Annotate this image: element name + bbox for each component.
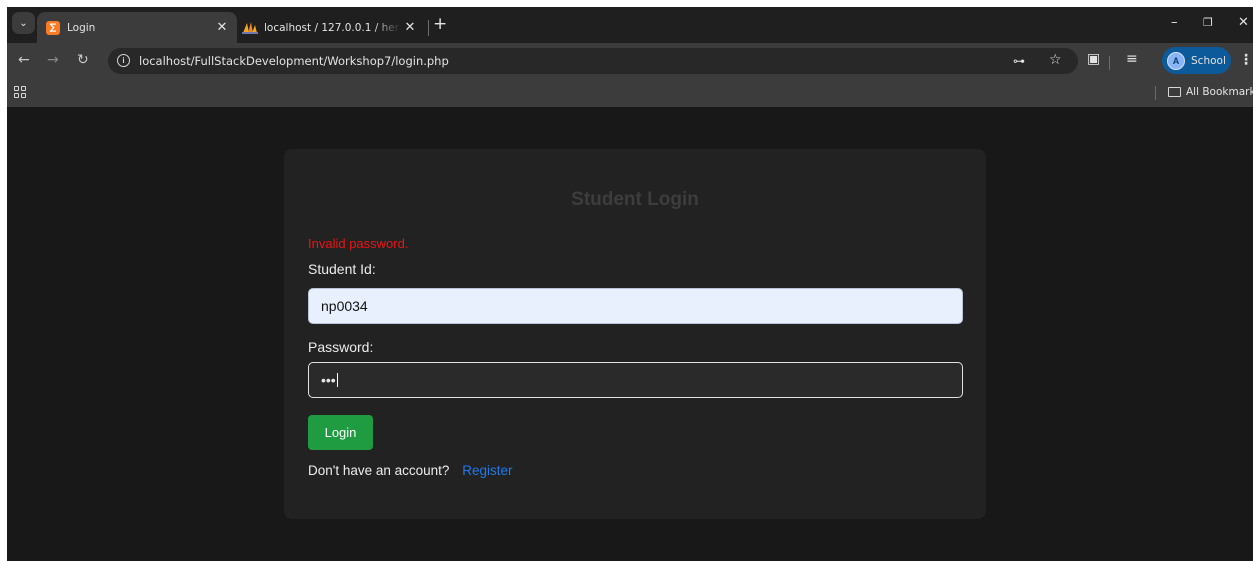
site-info-icon[interactable]: i <box>117 54 130 67</box>
tab-close-icon[interactable]: ✕ <box>213 20 231 35</box>
new-tab-plus-icon[interactable]: + <box>433 16 447 33</box>
browser-toolbar: ← → ↻ i localhost/FullStackDevelopment/W… <box>7 43 1253 79</box>
password-label: Password: <box>308 339 374 355</box>
bookmarks-bar: All Bookmarks <box>7 79 1253 107</box>
folder-icon <box>1168 87 1181 97</box>
login-card: Student Login Invalid password. Student … <box>284 149 986 519</box>
student-id-value: np0034 <box>321 298 368 314</box>
tab-login[interactable]: ∑ Login ✕ <box>37 12 237 43</box>
profile-label: School <box>1191 54 1226 67</box>
student-id-input[interactable]: np0034 <box>308 288 963 324</box>
page-viewport: Student Login Invalid password. Student … <box>7 107 1253 561</box>
login-button[interactable]: Login <box>308 415 373 450</box>
tab-strip: ⌄ ∑ Login ✕ localhost / 127.0.0.1 / hera… <box>7 7 1253 43</box>
password-key-icon[interactable]: ⊶ <box>1013 54 1025 68</box>
register-link[interactable]: Register <box>462 463 512 478</box>
password-value: ••• <box>321 372 336 388</box>
xampp-favicon-icon: ∑ <box>46 20 60 35</box>
register-prompt: Don't have an account? <box>308 463 450 478</box>
tab-title: Login <box>67 21 96 34</box>
reload-icon[interactable]: ↻ <box>77 52 89 68</box>
browser-window: ⌄ ∑ Login ✕ localhost / 127.0.0.1 / hera… <box>7 7 1253 561</box>
tab-close-icon[interactable]: ✕ <box>401 20 419 35</box>
back-arrow-icon[interactable]: ← <box>18 52 30 68</box>
profile-button[interactable]: A School <box>1162 47 1231 74</box>
all-bookmarks-button[interactable]: All Bookmarks <box>1168 86 1253 98</box>
forward-arrow-icon[interactable]: → <box>47 52 59 68</box>
tab-separator <box>428 20 429 36</box>
error-message: Invalid password. <box>308 236 409 251</box>
url-text[interactable]: localhost/FullStackDevelopment/Workshop7… <box>139 54 449 68</box>
bookmark-star-icon[interactable]: ☆ <box>1049 52 1062 68</box>
bookmarks-separator <box>1155 86 1156 100</box>
reading-list-icon[interactable]: ≡ <box>1126 51 1138 67</box>
tab-search-chevron-icon[interactable]: ⌄ <box>12 12 35 34</box>
minimize-icon[interactable]: – <box>1171 15 1178 30</box>
student-id-label: Student Id: <box>308 261 376 277</box>
extensions-puzzle-icon[interactable]: ▣ <box>1087 51 1100 67</box>
tab-phpmyadmin[interactable]: localhost / 127.0.0.1 / herald_db ✕ <box>239 12 425 43</box>
phpmyadmin-favicon-icon <box>242 21 258 35</box>
register-row: Don't have an account? Register <box>308 463 512 478</box>
page-title: Student Login <box>571 189 699 210</box>
avatar: A <box>1167 51 1185 70</box>
close-window-icon[interactable]: ✕ <box>1238 15 1249 30</box>
restore-icon[interactable]: ❐ <box>1203 16 1213 29</box>
password-input[interactable]: ••• <box>308 362 963 398</box>
text-caret <box>336 373 338 387</box>
address-bar[interactable]: i localhost/FullStackDevelopment/Worksho… <box>108 48 1078 74</box>
all-bookmarks-label: All Bookmarks <box>1186 86 1253 98</box>
menu-kebab-icon[interactable]: ⋮ <box>1239 52 1253 68</box>
toolbar-divider <box>1109 56 1110 70</box>
apps-grid-icon[interactable] <box>14 86 26 98</box>
tab-title: localhost / 127.0.0.1 / herald_db <box>264 21 401 34</box>
